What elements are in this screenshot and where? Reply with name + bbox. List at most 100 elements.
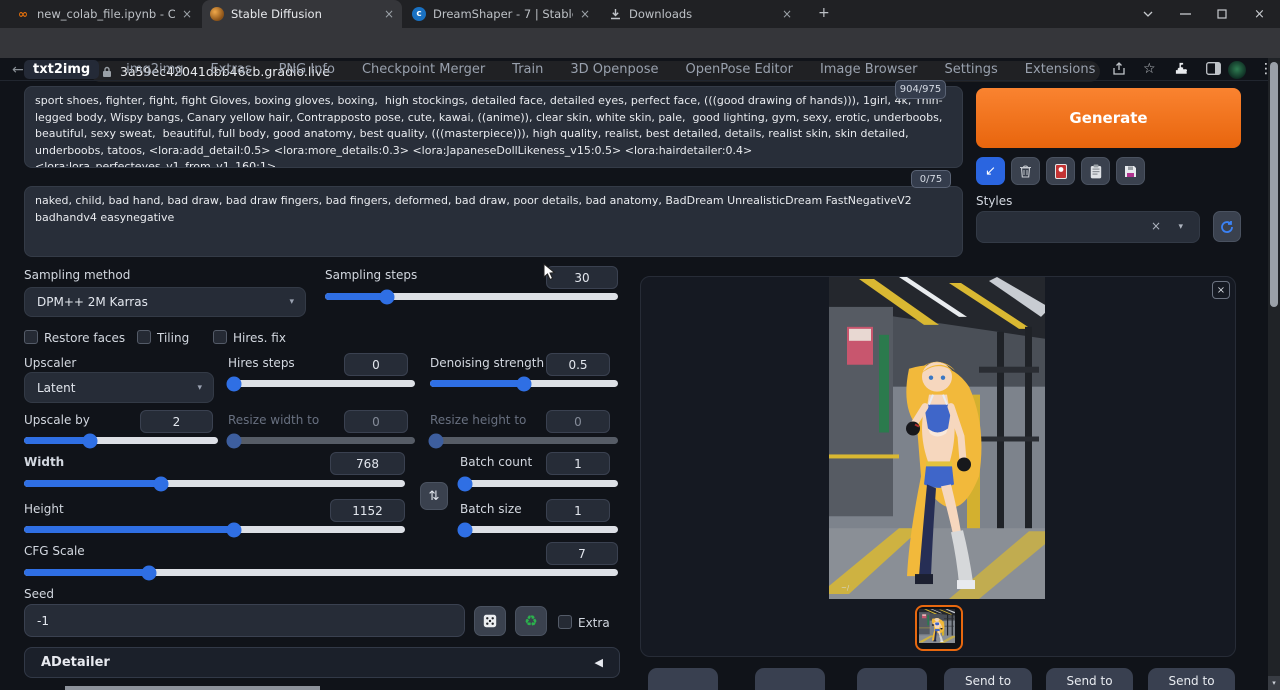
styles-dropdown[interactable]: × ▾ — [976, 211, 1200, 243]
send-to-inpaint-button[interactable]: Send to — [1046, 668, 1133, 690]
side-panel-icon[interactable] — [1206, 62, 1221, 75]
window-close-button[interactable]: × — [1254, 7, 1265, 22]
generate-button[interactable]: Generate — [976, 88, 1241, 148]
negative-prompt-input[interactable]: naked, child, bad hand, bad draw, bad dr… — [24, 186, 963, 257]
gallery-thumbnail-selected[interactable] — [915, 605, 963, 651]
tab-close-icon[interactable]: × — [182, 8, 192, 20]
open-folder-button[interactable] — [857, 668, 927, 690]
chevron-down-icon[interactable]: ▾ — [1178, 222, 1183, 232]
extensions-puzzle-icon[interactable] — [1175, 62, 1189, 76]
upscale-by-label: Upscale by — [24, 413, 90, 427]
profile-avatar[interactable] — [1228, 61, 1246, 79]
browser-tab-dreamshaper[interactable]: c DreamShaper - 7 | Stable Diffusio × — [404, 0, 598, 28]
cfg-scale-value[interactable] — [546, 542, 618, 565]
browser-tab-stable-diffusion[interactable]: Stable Diffusion × — [202, 0, 402, 28]
resize-height-slider[interactable] — [430, 437, 618, 444]
height-value[interactable] — [330, 499, 405, 522]
tab-openpose-editor[interactable]: OpenPose Editor — [686, 62, 793, 77]
tab-checkpoint-merger[interactable]: Checkpoint Merger — [362, 62, 485, 77]
denoising-slider[interactable] — [430, 380, 618, 387]
tab-image-browser[interactable]: Image Browser — [820, 62, 918, 77]
slider-handle[interactable] — [457, 522, 472, 537]
batch-count-slider[interactable] — [460, 480, 618, 487]
upscale-by-slider[interactable] — [24, 437, 218, 444]
upscale-by-value[interactable] — [140, 410, 213, 433]
width-value[interactable] — [330, 452, 405, 475]
tab-img2img[interactable]: img2img — [126, 62, 183, 77]
back-icon[interactable]: ← — [12, 63, 24, 77]
new-tab-button[interactable]: + — [818, 5, 830, 21]
tab-search-chevron-icon[interactable] — [1142, 8, 1154, 20]
tab-close-icon[interactable]: × — [580, 8, 590, 20]
swap-width-height-button[interactable]: ⇅ — [420, 482, 448, 510]
upscaler-dropdown[interactable]: Latent ▾ — [24, 372, 214, 403]
batch-size-value[interactable] — [546, 499, 610, 522]
tab-3d-openpose[interactable]: 3D Openpose — [570, 62, 658, 77]
resize-width-slider[interactable] — [228, 437, 415, 444]
slider-handle[interactable] — [82, 433, 97, 448]
resize-height-value[interactable] — [546, 410, 610, 433]
tiling-checkbox[interactable] — [137, 330, 151, 344]
tab-settings[interactable]: Settings — [944, 62, 997, 77]
window-minimize-button[interactable] — [1180, 13, 1191, 15]
tab-txt2img[interactable]: txt2img — [24, 60, 99, 79]
save-button[interactable] — [648, 668, 718, 690]
adetailer-accordion[interactable]: ADetailer ◀ — [24, 647, 620, 678]
extra-networks-button[interactable] — [1046, 157, 1075, 185]
close-image-button[interactable]: × — [1212, 281, 1230, 299]
slider-handle[interactable] — [226, 433, 241, 448]
batch-count-value[interactable] — [546, 452, 610, 475]
prompt-input[interactable]: sport shoes, fighter, fight, fight Glove… — [24, 86, 963, 168]
sampling-method-dropdown[interactable]: DPM++ 2M Karras ▾ — [24, 287, 306, 317]
apply-style-button[interactable] — [1081, 157, 1110, 185]
stable-diffusion-icon — [210, 7, 224, 21]
share-icon[interactable] — [1112, 62, 1126, 76]
browser-tab-downloads[interactable]: Downloads × — [600, 0, 800, 28]
bookmark-star-icon[interactable]: ☆ — [1143, 62, 1156, 76]
hires-steps-value[interactable] — [344, 353, 408, 376]
hires-steps-slider[interactable] — [228, 380, 415, 387]
tab-extensions[interactable]: Extensions — [1025, 62, 1096, 77]
slider-handle[interactable] — [379, 289, 394, 304]
extra-seed-label: Extra — [578, 616, 610, 630]
slider-handle[interactable] — [141, 565, 156, 580]
window-maximize-button[interactable] — [1217, 9, 1227, 19]
zip-button[interactable] — [755, 668, 825, 690]
floppy-disk-icon — [1124, 165, 1137, 178]
height-slider[interactable] — [24, 526, 405, 533]
slider-handle[interactable] — [428, 433, 443, 448]
browser-tab-colab[interactable]: ∞ new_colab_file.ipynb - Colaborat × — [8, 0, 200, 28]
slider-handle[interactable] — [154, 476, 169, 491]
slider-handle[interactable] — [226, 376, 241, 391]
save-style-button[interactable] — [1116, 157, 1145, 185]
scrollbar-thumb[interactable] — [1270, 62, 1278, 307]
restore-faces-checkbox[interactable] — [24, 330, 38, 344]
slider-handle[interactable] — [457, 476, 472, 491]
refresh-styles-button[interactable] — [1213, 211, 1241, 242]
tab-close-icon[interactable]: × — [782, 8, 792, 20]
tab-close-icon[interactable]: × — [384, 8, 394, 20]
denoising-value[interactable] — [546, 353, 610, 376]
seed-input[interactable] — [24, 604, 465, 637]
slider-handle[interactable] — [517, 376, 532, 391]
width-slider[interactable] — [24, 480, 405, 487]
sampling-steps-slider[interactable] — [325, 293, 618, 300]
generated-image[interactable] — [829, 277, 1045, 599]
clear-styles-icon[interactable]: × — [1151, 219, 1161, 233]
reuse-seed-button[interactable]: ♻ — [515, 606, 547, 636]
slider-handle[interactable] — [226, 522, 241, 537]
batch-size-slider[interactable] — [460, 526, 618, 533]
cfg-scale-slider[interactable] — [24, 569, 618, 576]
random-seed-button[interactable] — [474, 606, 506, 636]
send-to-extras-button[interactable]: Send to — [1148, 668, 1235, 690]
tab-extras[interactable]: Extras — [211, 62, 252, 77]
read-params-button[interactable]: ↙ — [976, 157, 1005, 185]
tab-train[interactable]: Train — [512, 62, 543, 77]
scroll-down-arrow[interactable]: ▾ — [1268, 676, 1280, 690]
tab-png-info[interactable]: PNG Info — [279, 62, 335, 77]
clear-prompt-button[interactable] — [1011, 157, 1040, 185]
resize-width-value[interactable] — [344, 410, 408, 433]
send-to-img2img-button[interactable]: Send to — [944, 668, 1032, 690]
hires-fix-checkbox[interactable] — [213, 330, 227, 344]
extra-seed-checkbox[interactable] — [558, 615, 572, 629]
